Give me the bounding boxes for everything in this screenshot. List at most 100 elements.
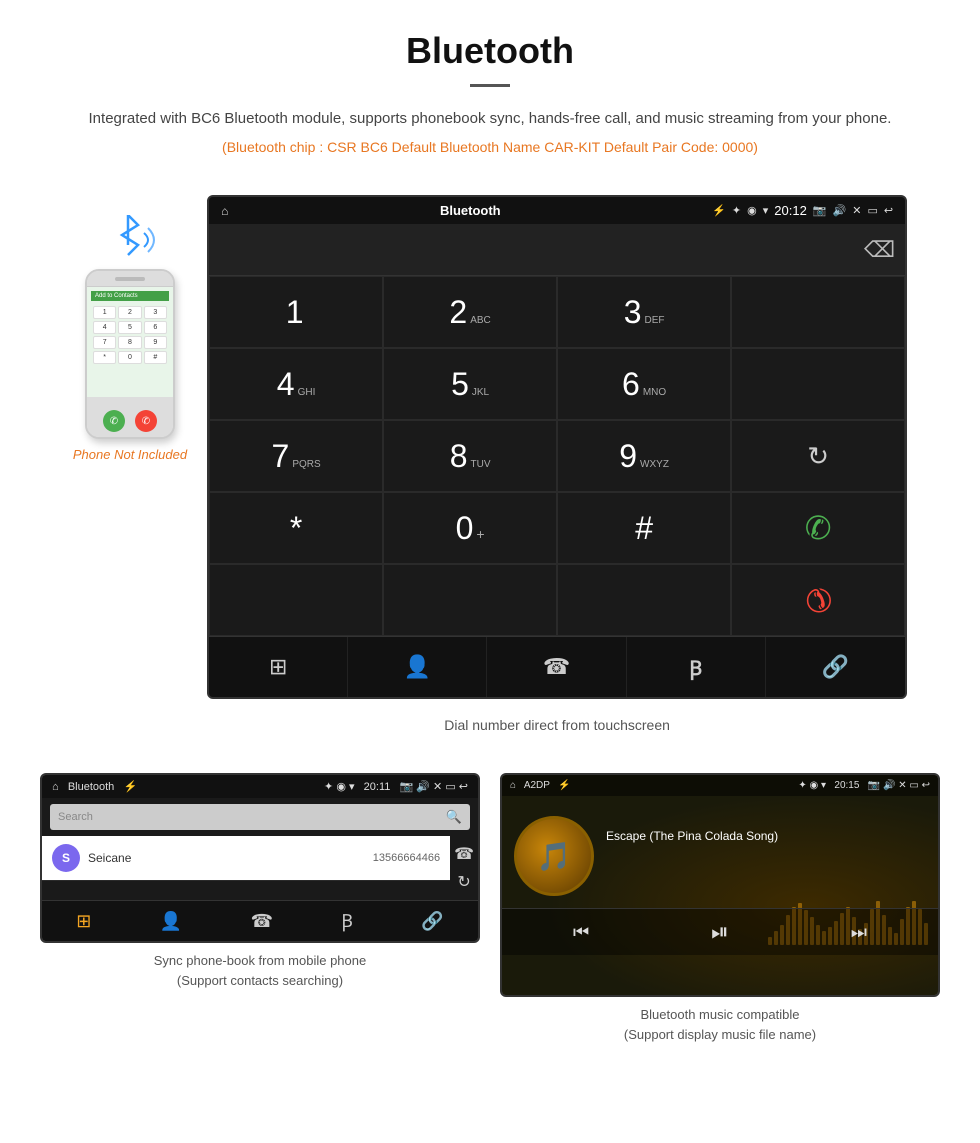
window-icon: ▭ — [867, 204, 877, 217]
status-right: ⚡ ✦ ◉ ▾ 20:12 📷 🔊 ✕ ▭ ↩ — [712, 203, 893, 218]
action-link-button[interactable]: 🔗 — [766, 637, 905, 697]
key-hash[interactable]: # — [557, 492, 731, 564]
search-icon: 🔍 — [446, 809, 462, 825]
wifi-icon: ▾ — [763, 204, 769, 217]
phone-screen: Add to Contacts 1 2 3 4 5 6 7 8 9 * 0 # — [87, 287, 173, 397]
dial-action-bar: ⊞ 👤 ☎ Ꞵ 🔗 — [209, 636, 905, 697]
pb-contact-name: Seicane — [88, 851, 373, 865]
key-0[interactable]: 0+ — [383, 492, 557, 564]
pb-search-row: Search 🔍 — [42, 798, 478, 836]
page-header: Bluetooth Integrated with BC6 Bluetooth … — [0, 0, 980, 175]
pb-sidebar-refresh-icon[interactable]: ↻ — [454, 872, 474, 892]
key-9[interactable]: 9WXYZ — [557, 420, 731, 492]
pb-bottom-bt-icon[interactable]: Ꞵ — [341, 909, 353, 933]
action-grid-button[interactable]: ⊞ — [209, 637, 348, 697]
pb-status-left: ⌂ Bluetooth ⚡ — [52, 780, 137, 793]
phone-screen-header: Add to Contacts — [91, 291, 169, 301]
music-status-bar: ⌂ A2DP ⚡ ✦ ◉ ▾ 20:15 📷 🔊 ✕ ▭ ↩ — [502, 775, 938, 796]
phone-key-1: 1 — [93, 306, 116, 319]
phone-key-0: 0 — [118, 351, 141, 364]
phone-key-3: 3 — [144, 306, 167, 319]
music-album-art: 🎵 — [514, 816, 594, 896]
usb-icon: ⚡ — [712, 204, 726, 217]
key-refresh[interactable]: ↻ — [731, 420, 905, 492]
close-icon[interactable]: ✕ — [852, 204, 861, 217]
key-empty-3 — [209, 564, 383, 636]
phone-key-star: * — [93, 351, 116, 364]
key-empty-1 — [731, 276, 905, 348]
key-4[interactable]: 4GHI — [209, 348, 383, 420]
phone-key-4: 4 — [93, 321, 116, 334]
music-controls: ⏮ ⏯ ⏭ — [502, 908, 938, 955]
music-info: Escape (The Pina Colada Song) — [606, 829, 926, 883]
dial-caption: Dial number direct from touchscreen — [207, 707, 907, 743]
phone-keypad: 1 2 3 4 5 6 7 8 9 * 0 # — [91, 304, 169, 366]
call-green-icon: ✆ — [805, 509, 832, 547]
music-block: ⌂ A2DP ⚡ ✦ ◉ ▾ 20:15 📷 🔊 ✕ ▭ ↩ 🎵 Escape … — [500, 773, 940, 1048]
pb-status-right: ✦ ◉ ▾ 20:11 📷 🔊 ✕ ▭ ↩ — [324, 780, 468, 793]
play-pause-button[interactable]: ⏯ — [711, 919, 729, 945]
key-2[interactable]: 2ABC — [383, 276, 557, 348]
key-8[interactable]: 8TUV — [383, 420, 557, 492]
phonebook-block: ⌂ Bluetooth ⚡ ✦ ◉ ▾ 20:11 📷 🔊 ✕ ▭ ↩ Sear… — [40, 773, 480, 1048]
status-bar: ⌂ Bluetooth ⚡ ✦ ◉ ▾ 20:12 📷 🔊 ✕ ▭ ↩ — [209, 197, 905, 224]
pb-bottom-link-icon[interactable]: 🔗 — [421, 911, 443, 932]
pb-search-placeholder: Search — [58, 811, 93, 823]
bluetooth-specs: (Bluetooth chip : CSR BC6 Default Blueto… — [60, 139, 920, 155]
pb-sidebar: ☎ ↻ — [450, 836, 478, 900]
action-contacts-button[interactable]: 👤 — [348, 637, 487, 697]
key-empty-2 — [731, 348, 905, 420]
volume-icon: 🔊 — [833, 204, 847, 217]
phonebook-caption: Sync phone-book from mobile phone(Suppor… — [40, 943, 480, 994]
status-center-label: Bluetooth — [440, 203, 501, 218]
backspace-button[interactable]: ⌫ — [864, 237, 895, 263]
music-screen: ⌂ A2DP ⚡ ✦ ◉ ▾ 20:15 📷 🔊 ✕ ▭ ↩ 🎵 Escape … — [502, 775, 938, 995]
phone-not-included-label: Phone Not Included — [73, 447, 187, 462]
keypad-grid: 1 2ABC 3DEF 4GHI 5JKL 6MNO — [209, 276, 905, 636]
pb-bottom-grid-icon[interactable]: ⊞ — [76, 911, 91, 932]
call-red-icon: ✆ — [795, 577, 841, 623]
pb-bottom-bar: ⊞ 👤 ☎ Ꞵ 🔗 — [42, 900, 478, 941]
pb-contacts-list: S Seicane 13566664466 — [42, 836, 450, 900]
back-icon[interactable]: ↩ — [884, 204, 893, 217]
key-1[interactable]: 1 — [209, 276, 383, 348]
key-3[interactable]: 3DEF — [557, 276, 731, 348]
key-7[interactable]: 7PQRS — [209, 420, 383, 492]
next-button[interactable]: ⏭ — [851, 922, 867, 943]
dial-section: Add to Contacts 1 2 3 4 5 6 7 8 9 * 0 # — [0, 175, 980, 763]
phone-key-8: 8 — [118, 336, 141, 349]
user-icon: 👤 — [404, 654, 431, 680]
phone-key-5: 5 — [118, 321, 141, 334]
status-time: 20:12 — [774, 203, 807, 218]
music-song-title: Escape (The Pina Colada Song) — [606, 829, 926, 843]
pb-contact-number: 13566664466 — [373, 852, 440, 864]
bottom-screenshots: ⌂ Bluetooth ⚡ ✦ ◉ ▾ 20:11 📷 🔊 ✕ ▭ ↩ Sear… — [0, 763, 980, 1078]
prev-button[interactable]: ⏮ — [573, 922, 589, 943]
key-6[interactable]: 6MNO — [557, 348, 731, 420]
home-icon[interactable]: ⌂ — [221, 204, 228, 218]
pb-sidebar-call-icon[interactable]: ☎ — [454, 844, 474, 864]
key-star[interactable]: * — [209, 492, 383, 564]
phone-illustration: Add to Contacts 1 2 3 4 5 6 7 8 9 * 0 # — [73, 215, 187, 462]
action-phone-button[interactable]: ☎ — [487, 637, 626, 697]
phonebook-screenshot: ⌂ Bluetooth ⚡ ✦ ◉ ▾ 20:11 📷 🔊 ✕ ▭ ↩ Sear… — [40, 773, 480, 943]
phone-call-button: ✆ — [103, 410, 125, 432]
phone-key-6: 6 — [144, 321, 167, 334]
action-bluetooth-button[interactable]: Ꞵ — [627, 637, 766, 697]
bt-icon: ✦ — [732, 204, 741, 217]
call-red-button[interactable]: ✆ — [731, 564, 905, 636]
title-divider — [470, 84, 510, 87]
page-description: Integrated with BC6 Bluetooth module, su… — [60, 107, 920, 131]
key-5[interactable]: 5JKL — [383, 348, 557, 420]
pb-search-bar[interactable]: Search 🔍 — [50, 804, 470, 830]
location-icon: ◉ — [747, 204, 757, 217]
music-status-left: ⌂ A2DP ⚡ — [510, 780, 571, 791]
dial-display-row: ⌫ — [209, 224, 905, 276]
call-green-button[interactable]: ✆ — [731, 492, 905, 564]
phonebook-screen: ⌂ Bluetooth ⚡ ✦ ◉ ▾ 20:11 📷 🔊 ✕ ▭ ↩ Sear… — [42, 775, 478, 941]
music-content: 🎵 Escape (The Pina Colada Song) — [502, 796, 938, 908]
pb-bottom-phone-icon[interactable]: ☎ — [251, 911, 273, 932]
pb-bottom-user-icon[interactable]: 👤 — [160, 911, 182, 932]
pb-contact-row[interactable]: S Seicane 13566664466 — [42, 836, 450, 881]
dial-screen-container: ⌂ Bluetooth ⚡ ✦ ◉ ▾ 20:12 📷 🔊 ✕ ▭ ↩ — [207, 195, 907, 743]
